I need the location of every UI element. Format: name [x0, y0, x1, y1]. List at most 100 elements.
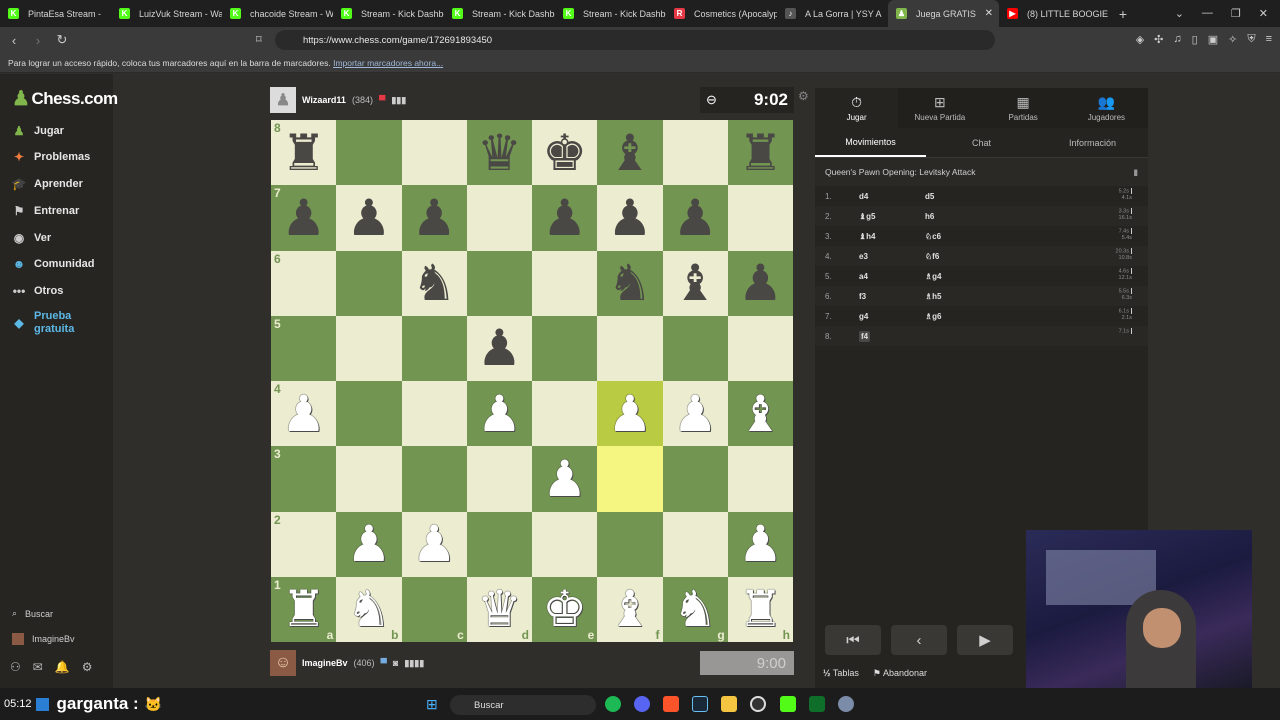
browser-tab[interactable]: K Stream - Kick Dashbo [444, 0, 555, 27]
draw-button[interactable]: ½ Tablas [823, 668, 859, 679]
bell-icon[interactable]: 🔔 [55, 660, 70, 674]
square-c1[interactable]: c [401, 576, 467, 642]
white-pawn-icon[interactable]: ♟ [412, 519, 457, 569]
minimize-icon[interactable]: — [1202, 7, 1213, 20]
discord-icon[interactable] [634, 696, 650, 712]
taskbar-search[interactable]: Buscar [450, 695, 596, 715]
restore-icon[interactable]: ❐ [1231, 7, 1241, 20]
square-f4[interactable]: ♟ [597, 381, 663, 447]
browser-icon[interactable] [750, 696, 766, 712]
square-g6[interactable]: ♝ [662, 250, 728, 316]
close-window-icon[interactable]: ✕ [1259, 7, 1268, 20]
white-move[interactable]: f3 [859, 292, 866, 301]
square-h3[interactable] [727, 446, 793, 512]
sidebar-user[interactable]: ImagineBv [12, 633, 75, 645]
subtab-información[interactable]: Información [1037, 128, 1148, 157]
square-a5[interactable]: 5 [271, 315, 337, 381]
board-settings-icon[interactable]: ⚙ [798, 89, 809, 103]
previous-move-button[interactable]: ‹ [891, 625, 947, 655]
sidebar-search[interactable]: ⌕ Buscar [12, 608, 53, 619]
black-rook-icon[interactable]: ♜ [281, 128, 326, 178]
bookmark-icon[interactable]: ⌑ [256, 33, 262, 46]
url-field[interactable]: https://www.chess.com/game/172691893450 [275, 30, 995, 50]
menu-icon[interactable]: ≡ [1266, 33, 1272, 46]
white-bishop-icon[interactable]: ♝ [738, 389, 783, 439]
browser-tab[interactable]: K Stream - Kick Dashbo [555, 0, 666, 27]
panel-tab-partidas[interactable]: ▦ Partidas [982, 88, 1065, 128]
chess-board[interactable]: ♜ 8 ♛ ♚ ♝ ♜ ♟ 7 ♟ ♟ ♟ ♟ ♟ 6 ♞ ♞ ♝ ♟ 5 ♟ ♟ 4 ♟ ♟ ♟ ♝ 3 ♟ 2 ♟ ♟ ♟ ♜ 1 a ♞ b c ♛ d… [271, 120, 793, 642]
black-knight-icon[interactable]: ♞ [412, 258, 457, 308]
white-pawn-icon[interactable]: ♟ [477, 389, 522, 439]
white-king-icon[interactable]: ♚ [542, 584, 587, 634]
panel-tab-jugadores[interactable]: 👥 Jugadores [1065, 88, 1148, 128]
black-move[interactable]: ♗h5 [925, 292, 985, 301]
white-move[interactable]: e3 [859, 252, 868, 261]
black-rook-icon[interactable]: ♜ [738, 128, 783, 178]
tab-search-icon[interactable]: ⌄ [1175, 7, 1184, 20]
black-bishop-icon[interactable]: ♝ [673, 258, 718, 308]
black-pawn-icon[interactable]: ♟ [673, 193, 718, 243]
white-knight-icon[interactable]: ♞ [673, 584, 718, 634]
browser-tab[interactable]: ♟ Juega GRATIS ✕ [888, 0, 999, 27]
browser-tab[interactable]: Kchacoide Stream - W [222, 0, 333, 27]
square-e2[interactable] [532, 511, 598, 577]
opponent-name[interactable]: Wizaard11 [302, 95, 346, 105]
black-move[interactable]: ♗g6 [925, 312, 985, 321]
white-knight-icon[interactable]: ♞ [346, 584, 391, 634]
square-b4[interactable] [336, 381, 402, 447]
square-b1[interactable]: ♞ b [336, 576, 402, 642]
square-a8[interactable]: ♜ 8 [271, 120, 337, 186]
book-icon[interactable]: ▮ [1133, 167, 1138, 178]
sidebar-item-entrenar[interactable]: ⚑ Entrenar [12, 204, 80, 218]
square-c4[interactable] [401, 381, 467, 447]
white-queen-icon[interactable]: ♛ [477, 584, 522, 634]
square-e4[interactable] [532, 381, 598, 447]
square-e1[interactable]: ♚ e [532, 576, 598, 642]
browser-tab[interactable]: R Cosmetics (Apocalyp [666, 0, 777, 27]
square-d7[interactable] [466, 185, 532, 251]
square-a1[interactable]: ♜ 1 a [271, 576, 337, 642]
player-avatar[interactable]: ☺ [270, 650, 296, 676]
browser-tab[interactable]: K PintaEsa Stream - [0, 0, 111, 27]
square-c7[interactable]: ♟ [401, 185, 467, 251]
white-pawn-icon[interactable]: ♟ [281, 389, 326, 439]
square-d3[interactable] [466, 446, 532, 512]
black-move[interactable]: ♘c6 [925, 232, 985, 241]
first-move-button[interactable]: ⏮ [825, 625, 881, 655]
wallet-icon[interactable]: ▣ [1208, 33, 1218, 46]
square-b6[interactable] [336, 250, 402, 316]
sidebar-item-jugar[interactable]: ♟ Jugar [12, 124, 64, 138]
square-g1[interactable]: ♞ g [662, 576, 728, 642]
black-pawn-icon[interactable]: ♟ [477, 323, 522, 373]
square-f2[interactable] [597, 511, 663, 577]
square-c2[interactable]: ♟ [401, 511, 467, 577]
square-d5[interactable]: ♟ [466, 315, 532, 381]
square-d4[interactable]: ♟ [466, 381, 532, 447]
square-d8[interactable]: ♛ [466, 120, 532, 186]
player-name[interactable]: ImagineBv [302, 658, 348, 668]
black-knight-icon[interactable]: ♞ [607, 258, 652, 308]
sidebar-item-problemas[interactable]: ✦ Problemas [12, 150, 90, 164]
square-h1[interactable]: ♜ h [727, 576, 793, 642]
spotify-icon[interactable] [605, 696, 621, 712]
square-h4[interactable]: ♝ [727, 381, 793, 447]
sidebar-item-aprender[interactable]: 🎓 Aprender [12, 177, 83, 191]
browser-tab[interactable]: K LuizVuk Stream - Wat [111, 0, 222, 27]
black-pawn-icon[interactable]: ♟ [346, 193, 391, 243]
square-h7[interactable] [727, 185, 793, 251]
square-e5[interactable] [532, 315, 598, 381]
subtab-movimientos[interactable]: Movimientos [815, 128, 926, 157]
close-tab-icon[interactable]: ✕ [985, 8, 993, 19]
square-g2[interactable] [662, 511, 728, 577]
panel-tab-jugar[interactable]: ⏱ Jugar [815, 88, 899, 128]
square-b8[interactable] [336, 120, 402, 186]
white-move[interactable]: a4 [859, 272, 868, 281]
white-pawn-icon[interactable]: ♟ [738, 519, 783, 569]
square-b3[interactable] [336, 446, 402, 512]
square-h6[interactable]: ♟ [727, 250, 793, 316]
black-move[interactable]: ♗g4 [925, 272, 985, 281]
sidebar-item-prueba-gratuita[interactable]: ◆ Prueba gratuita [12, 310, 74, 336]
ai-icon[interactable]: ✧ [1228, 33, 1237, 46]
black-pawn-icon[interactable]: ♟ [412, 193, 457, 243]
chess-logo[interactable]: ♟ Chess.com [12, 86, 118, 111]
